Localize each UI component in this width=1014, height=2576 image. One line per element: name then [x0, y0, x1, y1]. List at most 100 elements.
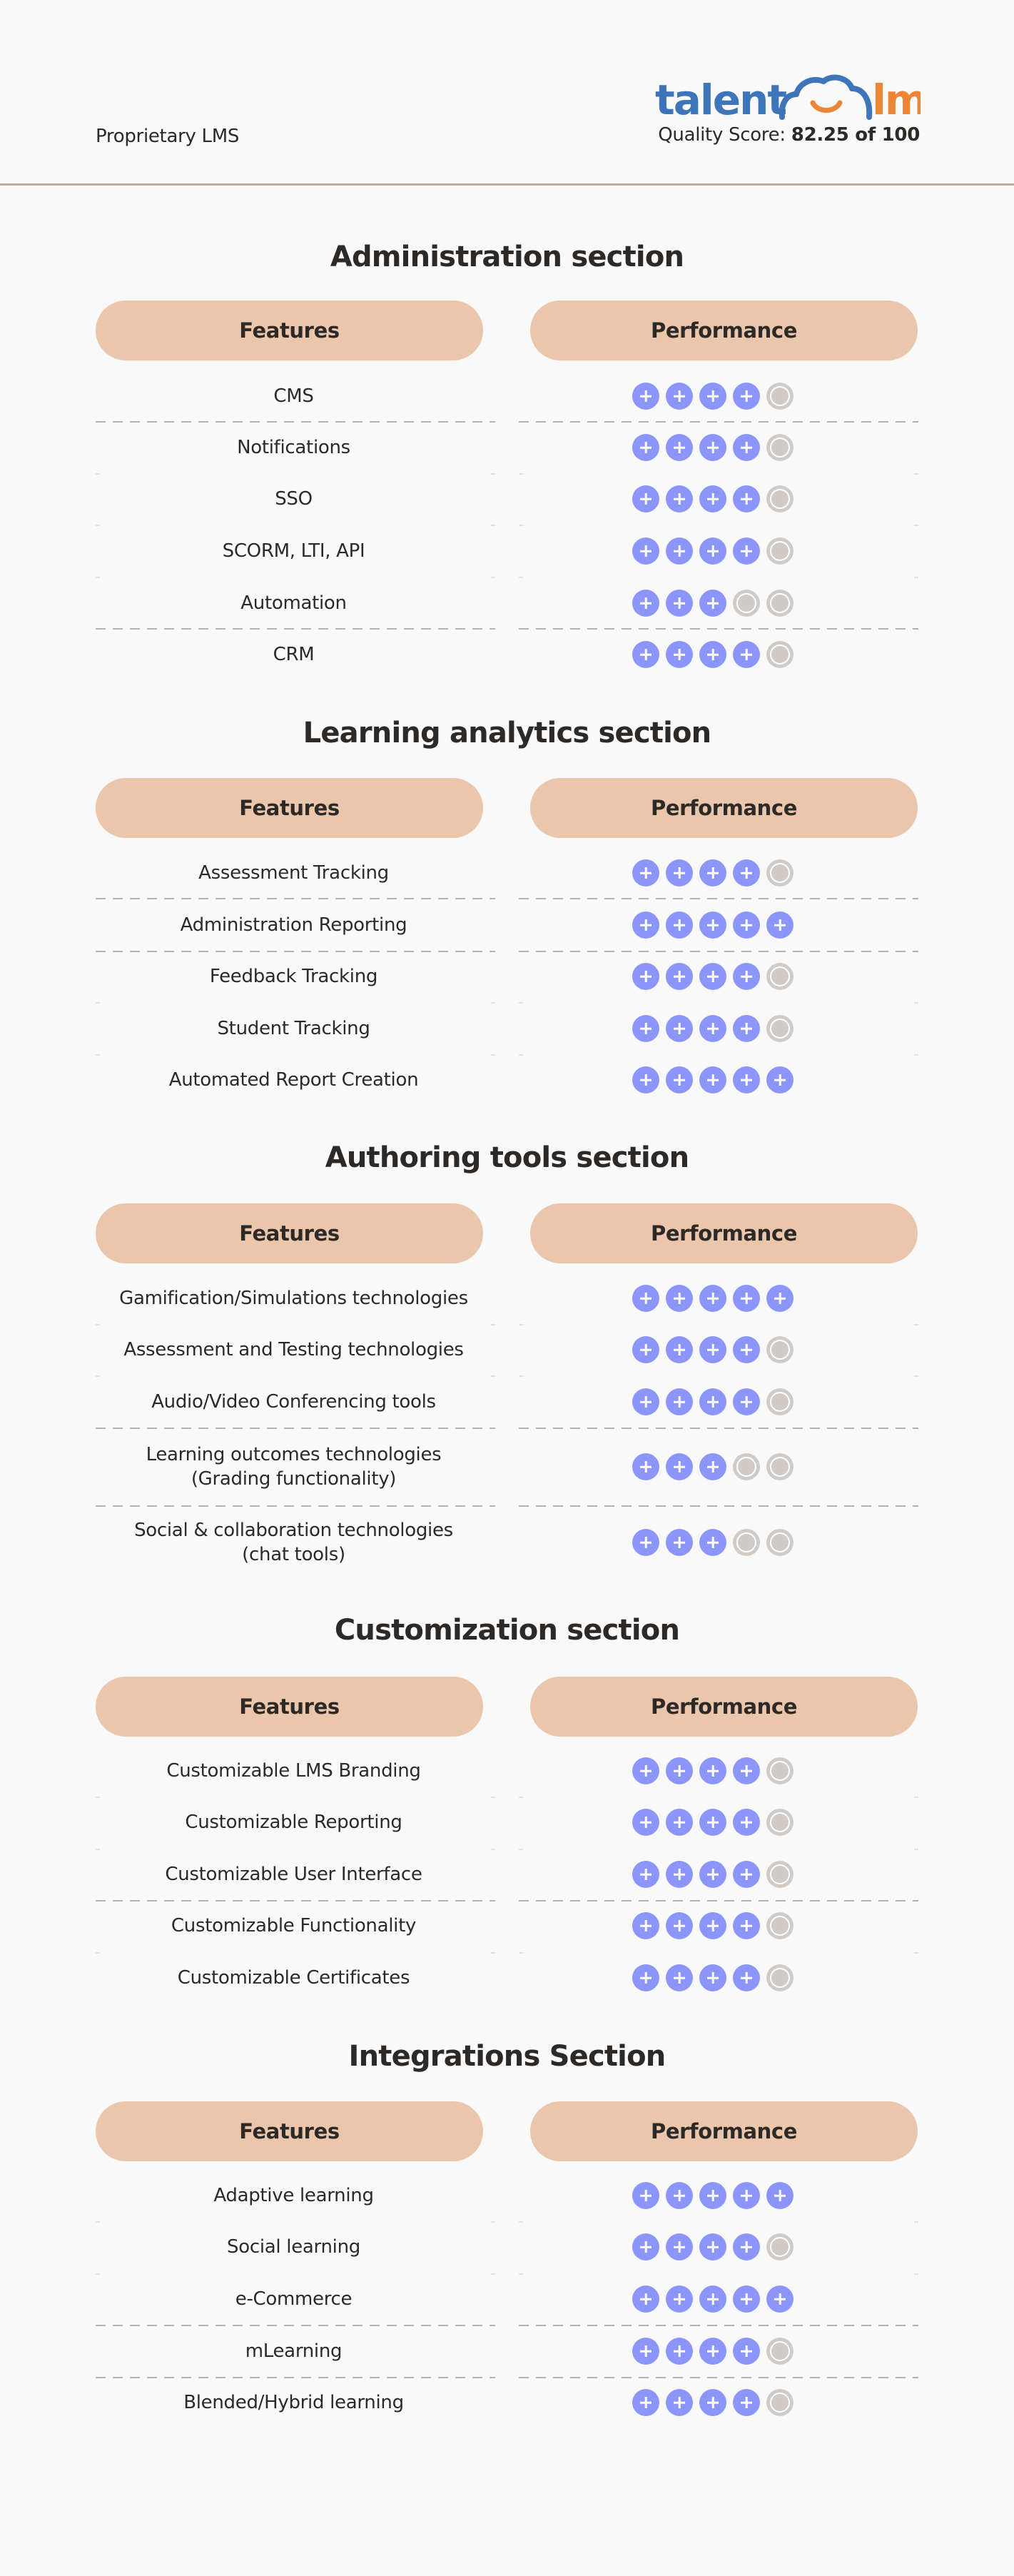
- plus-circle-icon: [666, 859, 693, 887]
- performance-rating: [632, 2389, 794, 2416]
- row-divider: [519, 1002, 918, 1004]
- feature-name: Assessment and Testing technologies: [123, 1339, 464, 1360]
- smiling-cloud-icon: [779, 74, 873, 120]
- plus-circle-icon: [699, 590, 726, 617]
- empty-circle-icon: [766, 2389, 794, 2416]
- column-header-performance: Performance: [530, 300, 918, 360]
- empty-circle-icon: [766, 1015, 794, 1042]
- plus-circle-icon: [632, 2285, 659, 2313]
- empty-circle-icon: [766, 485, 794, 512]
- row-divider: [96, 2325, 495, 2326]
- performance-rating: [632, 1285, 794, 1312]
- feature-name: CMS: [273, 385, 314, 407]
- plus-circle-icon: [733, 1809, 760, 1836]
- row-divider: [519, 473, 918, 475]
- column-header-features: Features: [96, 1203, 483, 1263]
- row-divider: [519, 1797, 918, 1798]
- feature-name: Adaptive learning: [213, 2185, 374, 2206]
- plus-circle-icon: [699, 911, 726, 939]
- empty-circle-icon: [766, 1453, 794, 1480]
- row-divider: [519, 2221, 918, 2223]
- row-divider: [519, 2273, 918, 2275]
- row-divider: [519, 1849, 918, 1850]
- row-divider: [96, 1849, 495, 1850]
- plus-circle-icon: [666, 911, 693, 939]
- performance-rating: [632, 1388, 794, 1415]
- plus-circle-icon: [699, 434, 726, 461]
- plus-circle-icon: [733, 2285, 760, 2313]
- plus-circle-icon: [733, 434, 760, 461]
- feature-name: e-Commerce: [235, 2288, 353, 2310]
- plus-circle-icon: [632, 383, 659, 410]
- plus-circle-icon: [699, 859, 726, 887]
- row-divider: [519, 2377, 918, 2378]
- row-divider: [96, 1797, 495, 1798]
- performance-rating: [632, 1912, 794, 1939]
- plus-circle-icon: [632, 434, 659, 461]
- row-divider: [519, 951, 918, 952]
- plus-circle-icon: [733, 2182, 760, 2209]
- feature-name: Customizable Functionality: [171, 1915, 417, 1936]
- plus-circle-icon: [632, 2389, 659, 2416]
- feature-name: Automated Report Creation: [168, 1069, 419, 1091]
- page-header: Proprietary LMS talent lms Quality Score…: [0, 0, 1014, 186]
- plus-circle-icon: [699, 1861, 726, 1888]
- row-divider: [519, 525, 918, 526]
- plus-circle-icon: [699, 2233, 726, 2261]
- performance-rating: [632, 1861, 794, 1888]
- row-divider: [96, 525, 495, 526]
- section-title: Integrations Section: [348, 2040, 666, 2073]
- plus-circle-icon: [699, 2338, 726, 2365]
- plus-circle-icon: [632, 1529, 659, 1556]
- plus-circle-icon: [733, 1015, 760, 1042]
- feature-name: Administration Reporting: [180, 914, 407, 936]
- header-divider: [0, 183, 1014, 186]
- feature-name: Gamification/Simulations technologies: [119, 1288, 468, 1309]
- empty-circle-icon: [766, 1809, 794, 1836]
- feature-name: Social & collaboration technologies (cha…: [134, 1520, 453, 1565]
- plus-circle-icon: [666, 1453, 693, 1480]
- plus-circle-icon: [666, 2182, 693, 2209]
- plus-circle-icon: [632, 1861, 659, 1888]
- plus-circle-icon: [699, 1757, 726, 1784]
- feature-name: Feedback Tracking: [209, 966, 378, 987]
- plus-circle-icon: [666, 1066, 693, 1093]
- plus-circle-icon: [733, 1964, 760, 1991]
- feature-name: CRM: [273, 644, 315, 665]
- performance-rating: [632, 537, 794, 565]
- empty-circle-icon: [733, 1453, 760, 1480]
- plus-circle-icon: [733, 1388, 760, 1415]
- plus-circle-icon: [666, 1336, 693, 1363]
- talentlms-logo-graphic: talent lms: [655, 74, 921, 121]
- empty-circle-icon: [766, 963, 794, 990]
- row-divider: [96, 898, 495, 899]
- plus-circle-icon: [666, 1529, 693, 1556]
- row-divider: [96, 473, 495, 475]
- plus-circle-icon: [733, 2233, 760, 2261]
- row-divider: [96, 1002, 495, 1004]
- plus-circle-icon: [666, 963, 693, 990]
- plus-circle-icon: [699, 1015, 726, 1042]
- feature-name: Assessment Tracking: [198, 862, 389, 884]
- plus-circle-icon: [632, 2338, 659, 2365]
- plus-circle-icon: [666, 2389, 693, 2416]
- column-header-performance: Performance: [530, 1677, 918, 1737]
- plus-circle-icon: [733, 2338, 760, 2365]
- column-header-features: Features: [96, 1677, 483, 1737]
- column-header-features: Features: [96, 778, 483, 838]
- plus-circle-icon: [666, 1757, 693, 1784]
- plus-circle-icon: [733, 963, 760, 990]
- row-divider: [519, 1952, 918, 1954]
- feature-name: Customizable User Interface: [165, 1864, 422, 1885]
- row-divider: [96, 2273, 495, 2275]
- performance-rating: [632, 1453, 794, 1480]
- plus-circle-icon: [733, 641, 760, 668]
- row-divider: [519, 1505, 918, 1507]
- feature-name: Student Tracking: [217, 1018, 370, 1039]
- performance-rating: [632, 911, 794, 939]
- feature-name: Notifications: [237, 437, 350, 458]
- empty-circle-icon: [766, 1964, 794, 1991]
- plus-circle-icon: [699, 2389, 726, 2416]
- column-header-performance: Performance: [530, 1203, 918, 1263]
- performance-rating: [632, 2233, 794, 2261]
